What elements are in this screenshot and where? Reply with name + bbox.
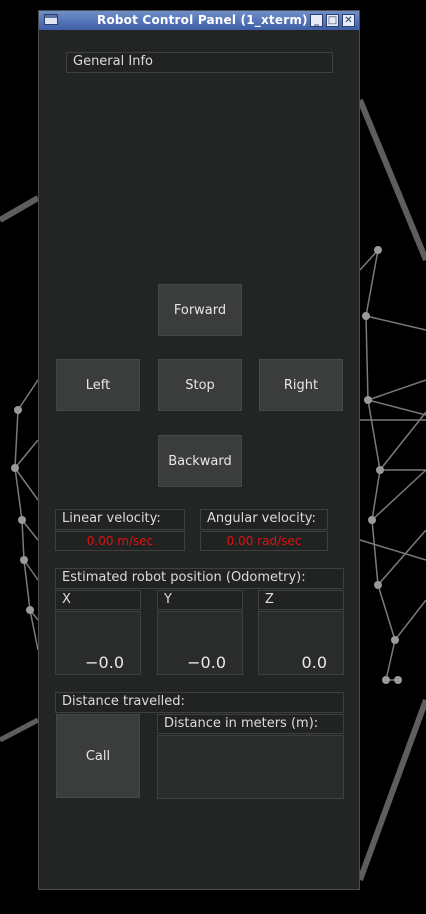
distance-travelled-title: Distance travelled: [55,692,344,713]
linear-velocity-label: Linear velocity: [55,509,185,530]
odometry-y-value: −0.0 [187,653,226,672]
minimize-icon[interactable]: _ [310,14,323,27]
angular-velocity-value: 0.00 rad/sec [200,531,328,551]
odometry-x-label: X [55,590,141,610]
odometry-y-label: Y [157,590,243,610]
window-menu-icon[interactable] [44,14,58,25]
odometry-z-value: 0.0 [301,653,327,672]
window-titlebar[interactable]: Robot Control Panel (1_xterm) _ □ ✕ [39,11,359,30]
odometry-z-panel: 0.0 [258,611,344,675]
angular-velocity-label: Angular velocity: [200,509,328,530]
call-button[interactable]: Call [56,714,140,798]
left-button[interactable]: Left [56,359,140,411]
odometry-title: Estimated robot position (Odometry): [55,568,344,589]
distance-meters-panel [157,735,344,799]
window-title: Robot Control Panel (1_xterm) [97,13,308,27]
stop-button[interactable]: Stop [158,359,242,411]
forward-button[interactable]: Forward [158,284,242,336]
backward-button[interactable]: Backward [158,435,242,487]
odometry-z-label: Z [258,590,344,610]
odometry-x-panel: −0.0 [55,611,141,675]
distance-meters-label: Distance in meters (m): [157,714,344,734]
odometry-x-value: −0.0 [85,653,124,672]
general-info-label: General Info [66,52,333,73]
linear-velocity-value: 0.00 m/sec [55,531,185,551]
odometry-y-panel: −0.0 [157,611,243,675]
robot-control-panel-window: Robot Control Panel (1_xterm) _ □ ✕ Gene… [38,10,360,890]
close-icon[interactable]: ✕ [342,14,355,27]
maximize-icon[interactable]: □ [326,14,339,27]
right-button[interactable]: Right [259,359,343,411]
